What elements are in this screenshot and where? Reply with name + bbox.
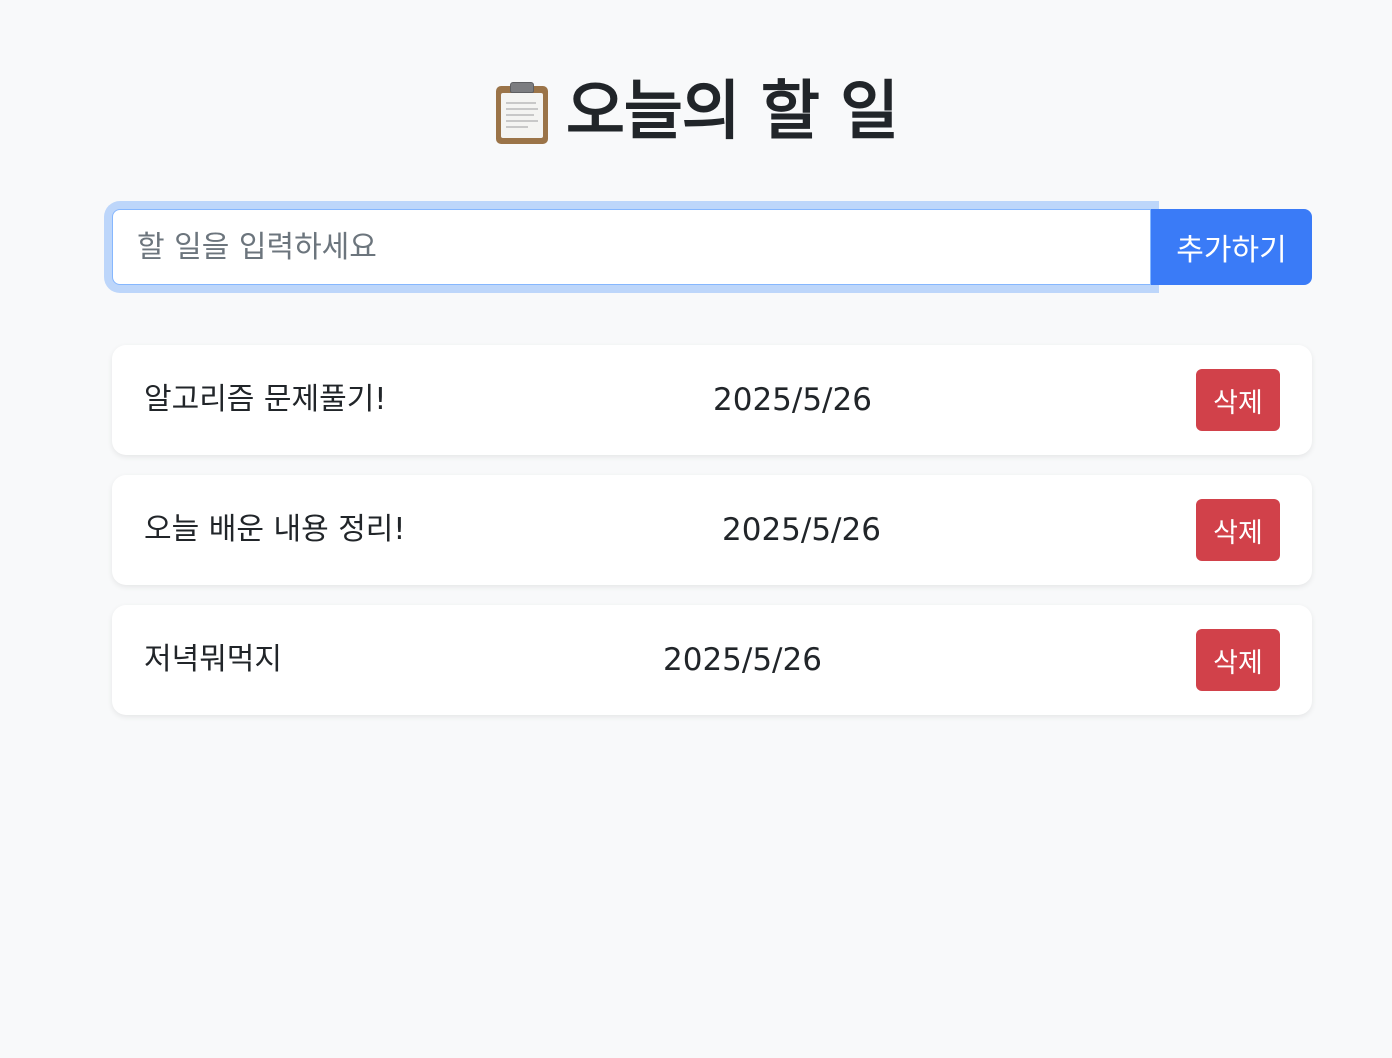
todo-text: 알고리즘 문제풀기!	[144, 382, 387, 417]
todo-date: 2025/5/26	[663, 642, 822, 678]
todo-item: 오늘 배운 내용 정리! 2025/5/26 삭제	[112, 475, 1312, 585]
add-button[interactable]: 추가하기	[1151, 209, 1312, 285]
delete-button[interactable]: 삭제	[1196, 499, 1280, 561]
page-header: 오늘의 할 일	[0, 72, 1392, 152]
page-title: 오늘의 할 일	[566, 75, 899, 149]
todo-date: 2025/5/26	[713, 382, 872, 418]
todo-list: 알고리즘 문제풀기! 2025/5/26 삭제 오늘 배운 내용 정리! 202…	[112, 345, 1312, 735]
todo-text: 오늘 배운 내용 정리!	[144, 512, 406, 547]
delete-button[interactable]: 삭제	[1196, 629, 1280, 691]
clipboard-icon	[494, 80, 550, 144]
todo-input-wrapper	[112, 209, 1151, 285]
todo-item: 알고리즘 문제풀기! 2025/5/26 삭제	[112, 345, 1312, 455]
todo-item: 저녁뭐먹지 2025/5/26 삭제	[112, 605, 1312, 715]
todo-input[interactable]	[113, 210, 1150, 284]
delete-button[interactable]: 삭제	[1196, 369, 1280, 431]
add-todo-form: 추가하기	[112, 209, 1312, 285]
todo-app: 오늘의 할 일 추가하기 알고리즘 문제풀기! 2025/5/26 삭제 오늘 …	[0, 0, 1392, 1058]
todo-date: 2025/5/26	[722, 512, 881, 548]
todo-text: 저녁뭐먹지	[144, 642, 282, 677]
